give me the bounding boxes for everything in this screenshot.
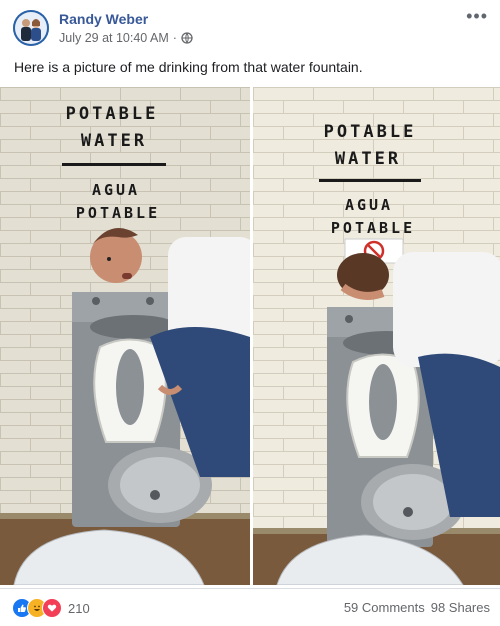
comments-count-link[interactable]: 59 Comments bbox=[344, 600, 425, 615]
post-stats: 59 Comments 98 Shares bbox=[344, 600, 490, 615]
photo-right[interactable]: POTABLE WATER AGUA POTABLE bbox=[253, 87, 500, 585]
photo-left[interactable]: POTABLE WATER AGUA POTABLE bbox=[0, 87, 250, 585]
sign-line-potable-es: POTABLE bbox=[76, 204, 160, 222]
sign-line-water: WATER bbox=[335, 149, 401, 169]
sign-line-potable: POTABLE bbox=[66, 104, 159, 124]
post-header: Randy Weber July 29 at 10:40 AM · ••• bbox=[0, 0, 500, 52]
avatar-photo bbox=[13, 10, 49, 46]
sign-line-potable: POTABLE bbox=[324, 122, 417, 142]
more-options-icon[interactable]: ••• bbox=[466, 6, 488, 27]
post-meta: July 29 at 10:40 AM · bbox=[59, 31, 193, 45]
sign-divider bbox=[319, 179, 421, 182]
photo-left-image: POTABLE WATER AGUA POTABLE bbox=[0, 87, 250, 585]
reactions-summary[interactable]: 210 bbox=[12, 598, 90, 618]
love-icon bbox=[42, 598, 62, 618]
meta-separator: · bbox=[172, 31, 177, 45]
globe-icon[interactable] bbox=[181, 32, 193, 44]
sign-divider bbox=[62, 163, 166, 166]
sign-line-potable-es: POTABLE bbox=[331, 219, 415, 237]
post-caption: Here is a picture of me drinking from th… bbox=[14, 59, 363, 75]
sign-line-water: WATER bbox=[81, 131, 147, 151]
post-footer: 210 59 Comments 98 Shares bbox=[0, 588, 500, 626]
author-name[interactable]: Randy Weber bbox=[59, 11, 148, 27]
reaction-count: 210 bbox=[68, 600, 90, 616]
post-photos: POTABLE WATER AGUA POTABLE POTABLE WATER… bbox=[0, 87, 500, 585]
photo-right-image: POTABLE WATER AGUA POTABLE bbox=[253, 87, 500, 585]
author-avatar[interactable] bbox=[13, 10, 49, 46]
sign-line-agua: AGUA bbox=[92, 181, 140, 199]
shares-count-link[interactable]: 98 Shares bbox=[431, 600, 490, 615]
post-timestamp[interactable]: July 29 at 10:40 AM bbox=[59, 31, 169, 45]
sign-line-agua: AGUA bbox=[345, 196, 393, 214]
